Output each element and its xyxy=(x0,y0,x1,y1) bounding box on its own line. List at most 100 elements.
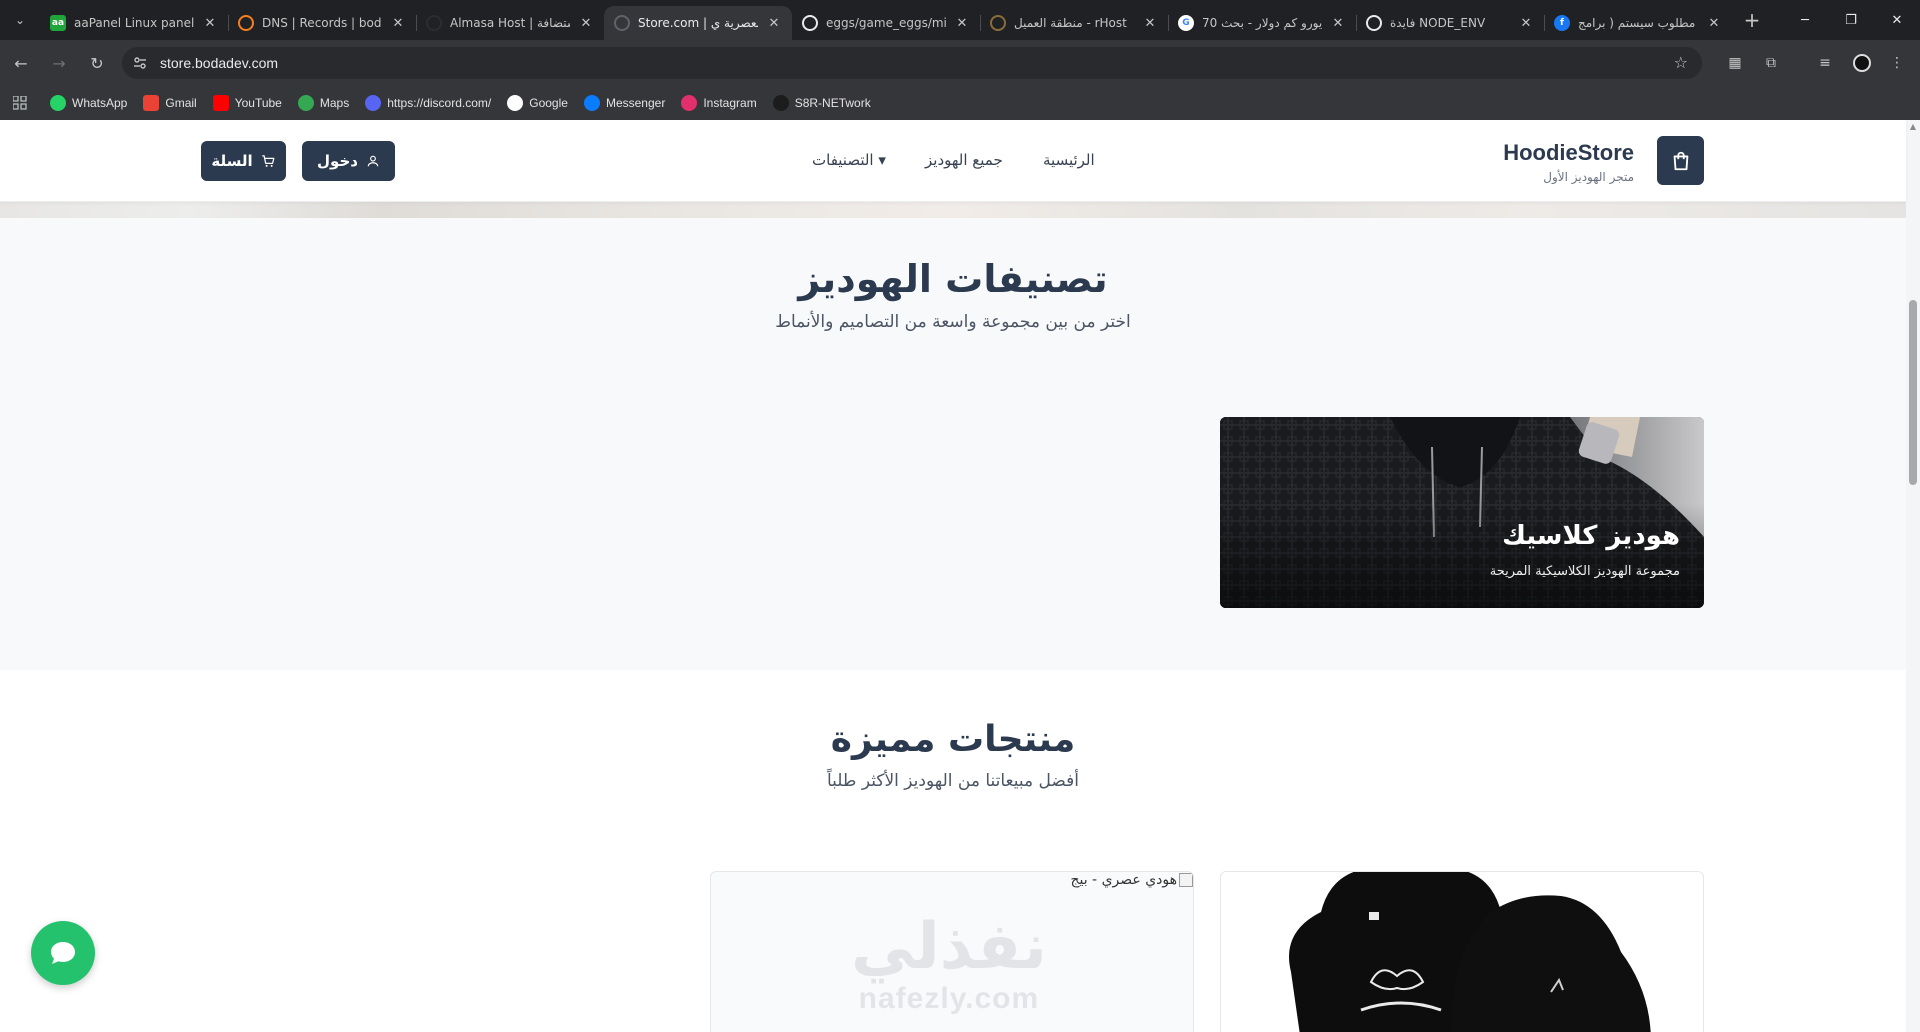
watermark: نفذلي nafezly.com xyxy=(851,912,1047,1016)
tab-close-icon[interactable]: ✕ xyxy=(1142,15,1158,31)
bookmark-item[interactable]: Google xyxy=(507,95,568,111)
cart-label: السلة xyxy=(211,152,253,170)
bookmark-label: https://discord.com/ xyxy=(387,96,492,110)
browser-tab[interactable]: فايدة NODE_ENV ✕ xyxy=(1356,6,1544,40)
address-bar[interactable]: store.bodadev.com ☆ xyxy=(122,47,1702,79)
bookmark-item[interactable]: Messenger xyxy=(583,95,666,111)
media-queue-icon[interactable]: ≡ xyxy=(1808,46,1842,80)
tab-title: eggs/game_eggs/mi xyxy=(826,16,946,30)
tab-close-icon[interactable]: ✕ xyxy=(578,15,594,31)
new-tab-button[interactable]: + xyxy=(1738,6,1766,34)
tab-close-icon[interactable]: ✕ xyxy=(202,15,218,31)
almasa-icon xyxy=(426,15,442,31)
shopping-bag-logo-icon[interactable] xyxy=(1657,136,1704,185)
chrome-menu-icon[interactable]: ⋮ xyxy=(1880,46,1914,80)
watermark-latin: nafezly.com xyxy=(858,982,1040,1015)
featured-subtitle: أفضل مبيعاتنا من الهوديز الأكثر طلباً xyxy=(826,771,1079,791)
bookmark-label: Messenger xyxy=(605,96,666,110)
category-card-classic[interactable]: هوديز كلاسيك مجموعة الهوديز الكلاسيكية ا… xyxy=(1220,417,1704,608)
facebook-icon: f xyxy=(1554,15,1570,31)
bookmark-label: WhatsApp xyxy=(72,96,128,110)
brand-name[interactable]: HoodieStore xyxy=(1503,140,1634,166)
apps-grid-icon[interactable] xyxy=(8,91,32,115)
browser-tab[interactable]: منطقة العميل - rHost ✕ xyxy=(980,6,1168,40)
tab-close-icon[interactable]: ✕ xyxy=(1330,15,1346,31)
tab-close-icon[interactable]: ✕ xyxy=(1518,15,1534,31)
window-controls: ─ ❐ ✕ xyxy=(1782,0,1920,40)
openai-icon xyxy=(1366,15,1382,31)
qr-code-icon[interactable]: ▦ xyxy=(1718,46,1752,80)
browser-tab[interactable]: Store.com | العصرية ي ✕ xyxy=(604,6,792,40)
maps-icon xyxy=(297,95,314,111)
cart-button[interactable]: السلة xyxy=(201,141,286,181)
nav-all-hoodies-link[interactable]: جميع الهوديز xyxy=(925,151,1003,169)
categories-title: تصنيفات الهوديز xyxy=(798,257,1108,301)
nav-home-link[interactable]: الرئيسية xyxy=(1043,151,1095,169)
cart-icon xyxy=(261,154,275,167)
user-icon xyxy=(367,155,379,167)
globe-icon xyxy=(614,15,630,31)
profile-avatar-icon[interactable] xyxy=(1845,46,1879,80)
bookmark-item[interactable]: Gmail xyxy=(143,95,197,111)
discord-icon xyxy=(365,95,382,111)
tab-close-icon[interactable]: ✕ xyxy=(390,15,406,31)
browser-tab[interactable]: aa aaPanel Linux panel - ✕ xyxy=(40,6,228,40)
bookmark-item[interactable]: Instagram xyxy=(681,95,757,111)
category-description: مجموعة الهوديز الكلاسيكية المريحة xyxy=(1489,564,1680,579)
s8r-icon xyxy=(772,95,789,111)
bookmark-star-icon[interactable]: ☆ xyxy=(1674,53,1688,72)
tab-title: DNS | Records | boda xyxy=(262,16,382,30)
chat-bubble-icon xyxy=(51,942,75,964)
tab-title: 70 يورو كم دولار - بحث xyxy=(1202,16,1322,30)
site-header: HoodieStore متجر الهوديز الأول الرئيسية … xyxy=(0,120,1906,202)
tab-close-icon[interactable]: ✕ xyxy=(766,15,782,31)
bookmark-item[interactable]: Maps xyxy=(297,95,350,111)
tab-title: Store.com | العصرية ي xyxy=(638,16,758,30)
tab-strip: ⌄ aa aaPanel Linux panel - ✕ DNS | Records … xyxy=(0,0,1920,40)
url-text[interactable]: store.bodadev.com xyxy=(160,55,278,71)
host-icon xyxy=(990,15,1006,31)
browser-tab[interactable]: DNS | Records | boda ✕ xyxy=(228,6,416,40)
aapanel-icon: aa xyxy=(50,15,66,31)
browser-tab[interactable]: eggs/game_eggs/mi ✕ xyxy=(792,6,980,40)
tab-search-chevron-icon[interactable]: ⌄ xyxy=(6,6,34,34)
card-overlay xyxy=(1220,417,1704,608)
page-scrollbar[interactable]: ▲ xyxy=(1906,120,1920,1032)
google-icon xyxy=(507,95,524,111)
bookmark-item[interactable]: S8R-NETwork xyxy=(772,95,871,111)
back-arrow-icon[interactable]: ← xyxy=(4,46,38,80)
product-card-beige[interactable]: هودي عصري - بيج نفذلي nafezly.com xyxy=(710,871,1194,1032)
forward-arrow-icon[interactable]: → xyxy=(42,46,76,80)
categories-subtitle: اختر من بين مجموعة واسعة من التصاميم وال… xyxy=(775,312,1131,332)
tab-close-icon[interactable]: ✕ xyxy=(1706,15,1722,31)
bookmark-item[interactable]: https://discord.com/ xyxy=(365,95,491,111)
bookmark-item[interactable]: WhatsApp xyxy=(50,95,127,111)
login-button[interactable]: دخول xyxy=(302,141,395,181)
browser-tab[interactable]: Almasa Host | استضافة ✕ xyxy=(416,6,604,40)
brand-tagline: متجر الهوديز الأول xyxy=(1543,170,1634,184)
bookmark-label: Gmail xyxy=(165,96,197,110)
reload-icon[interactable]: ↻ xyxy=(80,46,114,80)
tab-title: aaPanel Linux panel - xyxy=(74,16,194,30)
product-card-black[interactable] xyxy=(1220,871,1704,1032)
nav-categories-dropdown[interactable]: التصنيفات ▾ xyxy=(812,151,886,169)
bookmark-item[interactable]: YouTube xyxy=(212,95,282,111)
bookmark-label: Google xyxy=(529,96,568,110)
scroll-thumb[interactable] xyxy=(1909,300,1917,485)
bookmark-label: Maps xyxy=(319,96,350,110)
minimize-icon[interactable]: ─ xyxy=(1782,0,1828,40)
scroll-up-arrow-icon[interactable]: ▲ xyxy=(1908,122,1918,132)
messenger-icon xyxy=(583,95,600,111)
login-label: دخول xyxy=(317,152,358,170)
bookmark-list: WhatsApp Gmail YouTube Maps https://discord.… xyxy=(50,95,887,111)
tab-list: aa aaPanel Linux panel - ✕ DNS | Records | … xyxy=(40,0,1732,40)
restore-icon[interactable]: ❐ xyxy=(1828,0,1874,40)
site-info-icon[interactable] xyxy=(126,49,154,77)
chat-button[interactable] xyxy=(31,921,95,985)
category-title: هوديز كلاسيك xyxy=(1502,521,1680,551)
close-window-icon[interactable]: ✕ xyxy=(1874,0,1920,40)
browser-tab[interactable]: G 70 يورو كم دولار - بحث ✕ xyxy=(1168,6,1356,40)
tab-close-icon[interactable]: ✕ xyxy=(954,15,970,31)
browser-tab[interactable]: f مطلوب سيستم ( برامج ✕ xyxy=(1544,6,1732,40)
extensions-puzzle-icon[interactable]: ⧉ xyxy=(1754,46,1788,80)
